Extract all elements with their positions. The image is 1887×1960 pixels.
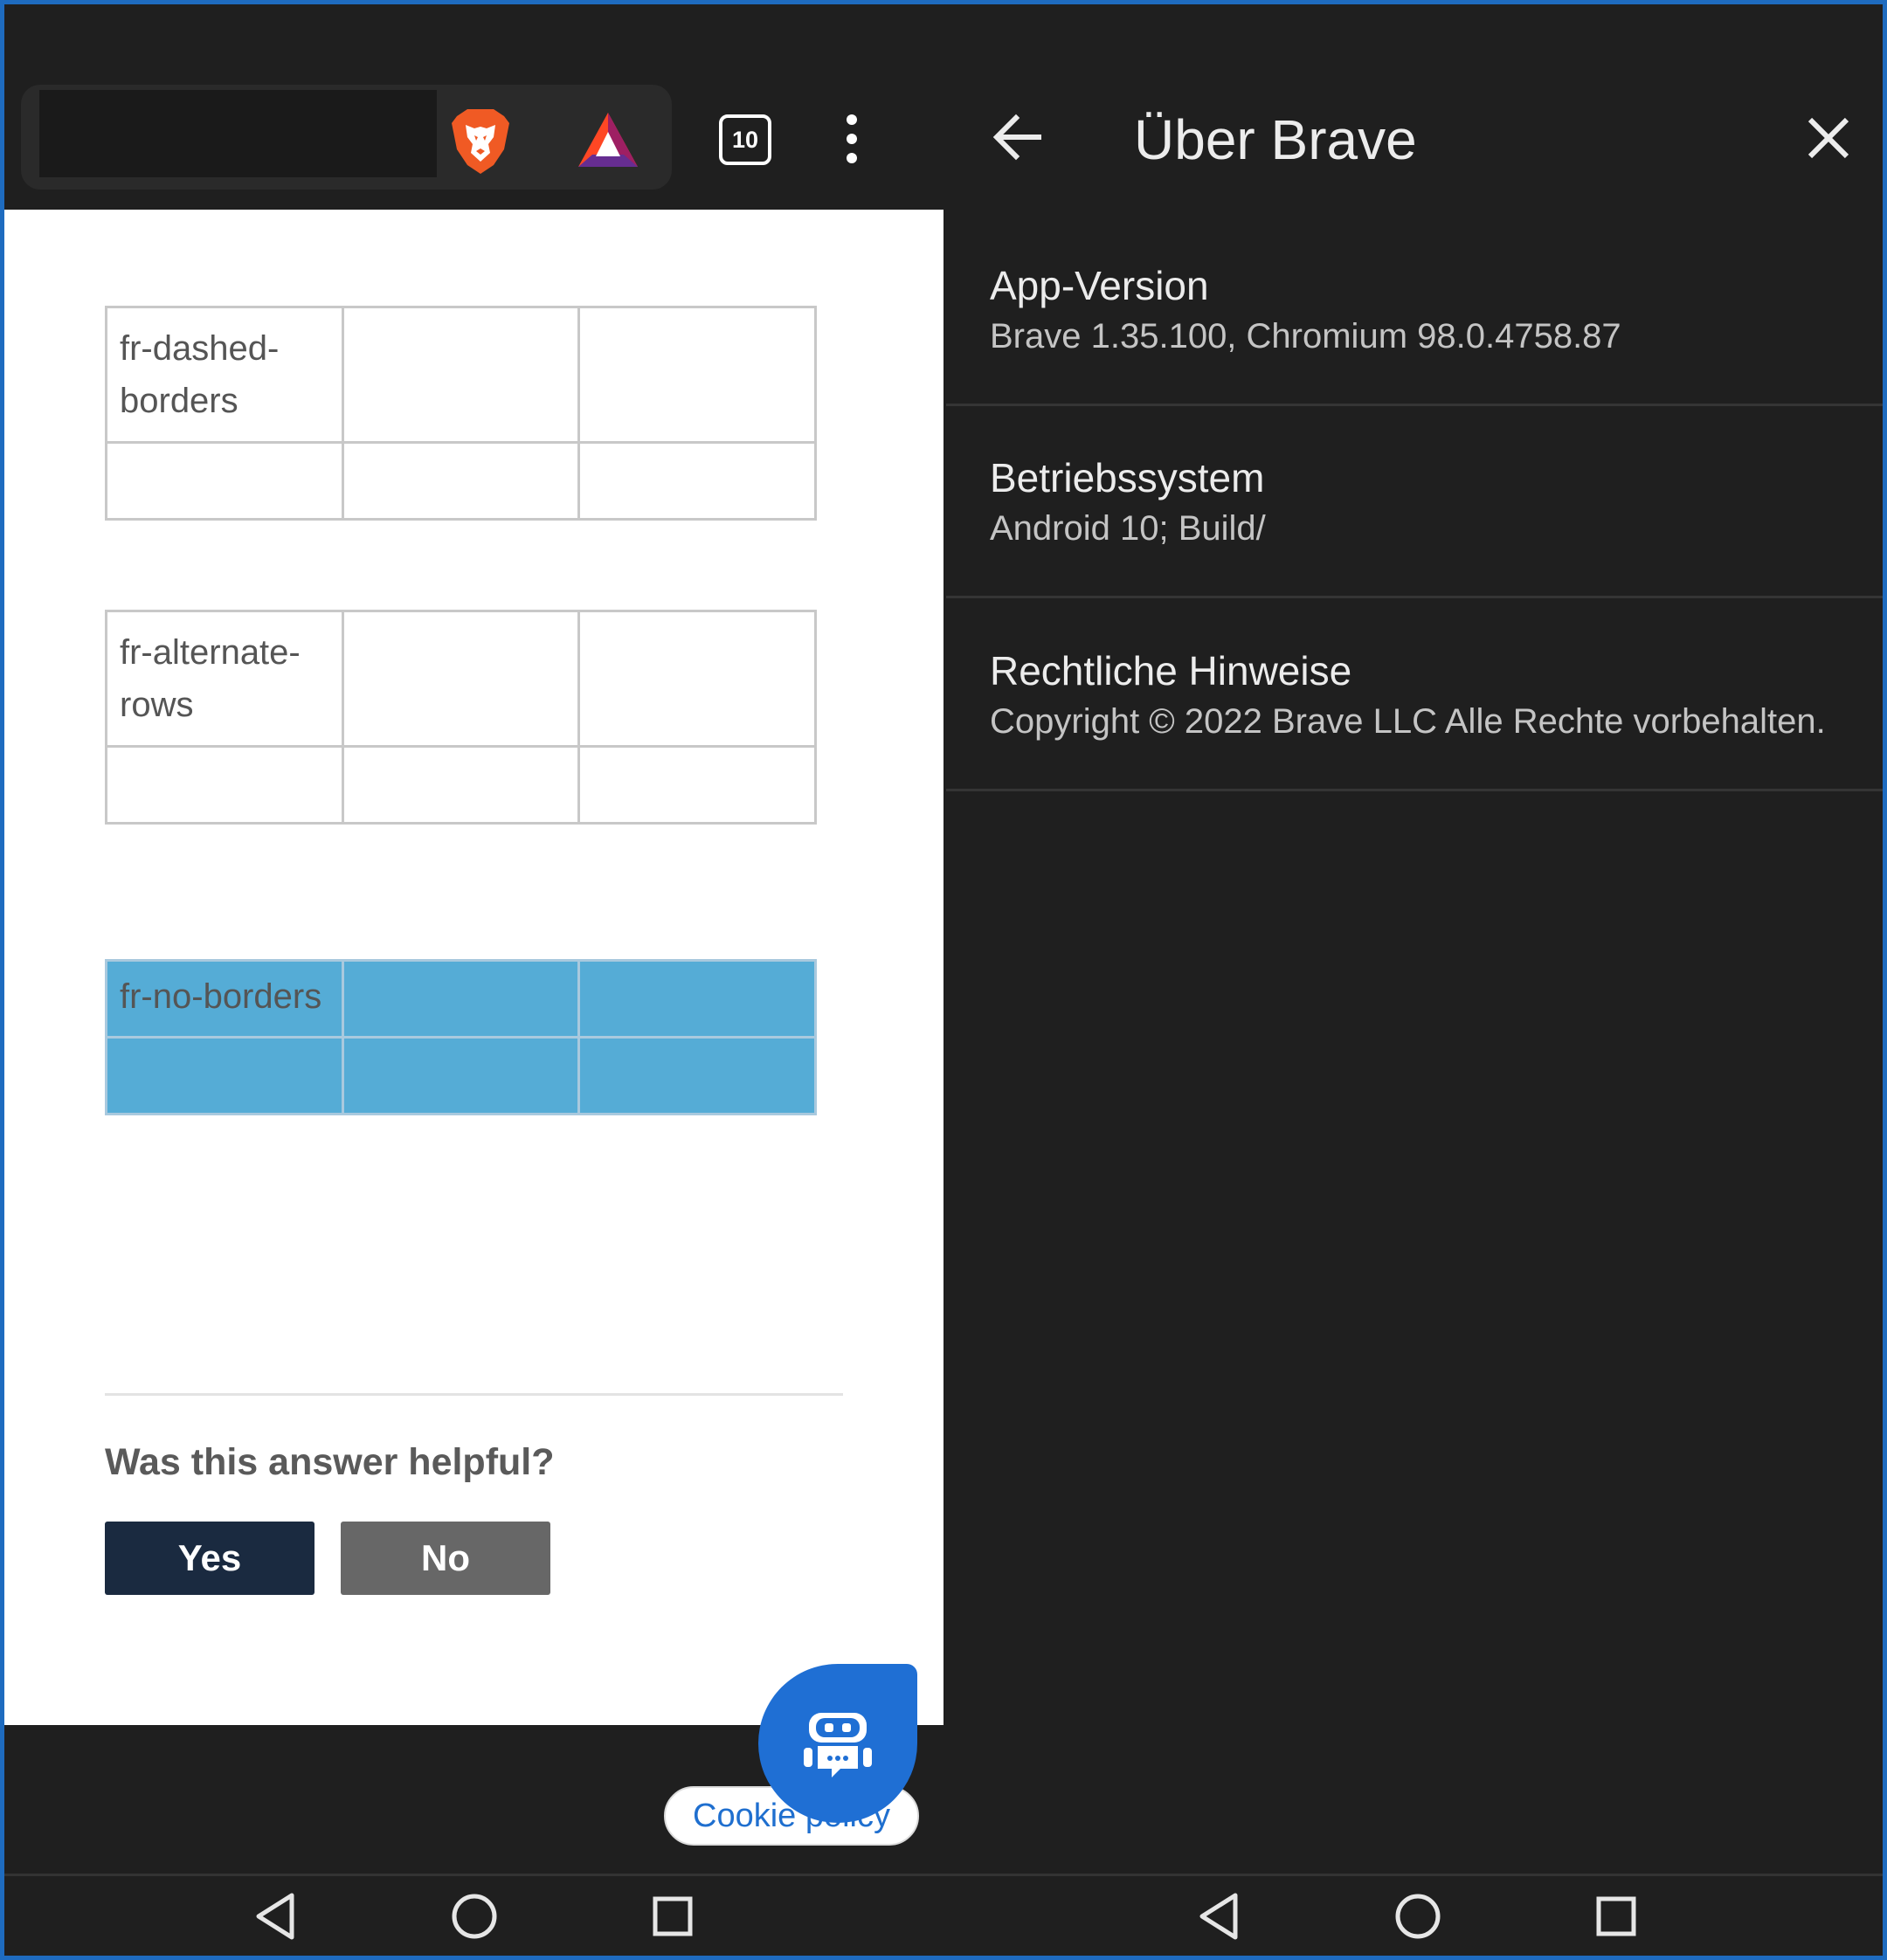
chatbot-icon — [804, 1713, 872, 1777]
tab-count: 10 — [731, 126, 759, 153]
back-triangle-icon[interactable] — [253, 1892, 297, 1941]
address-bar[interactable] — [39, 90, 437, 177]
table-cell — [341, 959, 581, 1039]
brave-lion-icon[interactable] — [450, 107, 511, 176]
setting-title: App-Version — [990, 263, 1209, 308]
home-circle-icon[interactable] — [1393, 1892, 1442, 1941]
table-cell — [341, 306, 581, 444]
table-cell — [577, 441, 817, 521]
more-vert-icon[interactable] — [839, 114, 865, 163]
table-cell — [341, 745, 581, 825]
about-brave-panel: Über Brave App-Version Brave 1.35.100, C… — [946, 4, 1883, 1874]
system-navigation-bar — [4, 1874, 1883, 1956]
table-cell — [105, 745, 344, 825]
table-cell — [105, 441, 344, 521]
web-page-content: fr-dashed-borders fr-alternate-rows fr-n… — [4, 210, 944, 1725]
recents-square-icon[interactable] — [651, 1892, 695, 1941]
table-cell — [577, 745, 817, 825]
table-cell — [577, 959, 817, 1039]
recents-square-icon[interactable] — [1594, 1892, 1638, 1941]
table-cell — [341, 1036, 581, 1115]
app-version-item[interactable]: App-Version Brave 1.35.100, Chromium 98.… — [946, 214, 1883, 406]
table-cell — [341, 610, 581, 748]
table-cell — [105, 1036, 344, 1115]
setting-value: Android 10; Build/ — [990, 509, 1266, 548]
alternate-rows-table: fr-alternate-rows — [105, 610, 817, 825]
yes-button[interactable]: Yes — [105, 1522, 314, 1595]
legal-notices-item[interactable]: Rechtliche Hinweise Copyright © 2022 Bra… — [946, 599, 1883, 791]
dashed-borders-table: fr-dashed-borders — [105, 306, 817, 521]
setting-title: Rechtliche Hinweise — [990, 648, 1352, 694]
setting-value: Brave 1.35.100, Chromium 98.0.4758.87 — [990, 317, 1621, 355]
setting-value: Copyright © 2022 Brave LLC Alle Rechte v… — [990, 702, 1826, 741]
feedback-question: Was this answer helpful? — [105, 1441, 555, 1483]
tab-switcher-button[interactable]: 10 — [719, 114, 771, 165]
table-cell — [577, 610, 817, 748]
close-icon[interactable] — [1807, 116, 1850, 160]
operating-system-item[interactable]: Betriebssystem Android 10; Build/ — [946, 406, 1883, 598]
home-circle-icon[interactable] — [450, 1892, 499, 1941]
no-button[interactable]: No — [341, 1522, 550, 1595]
back-arrow-icon[interactable] — [992, 111, 1044, 163]
table-cell: fr-no-borders — [105, 959, 344, 1039]
device-screen: 10 fr-dashed-borders fr-alternate-rows f… — [4, 4, 1883, 1956]
page-title: Über Brave — [1134, 108, 1417, 171]
setting-title: Betriebssystem — [990, 455, 1265, 500]
bat-rewards-icon[interactable] — [577, 111, 639, 169]
browser-toolbar: 10 — [4, 4, 944, 210]
divider — [105, 1393, 843, 1396]
chat-widget-button[interactable] — [758, 1664, 917, 1823]
table-cell: fr-alternate-rows — [105, 610, 344, 748]
no-borders-table: fr-no-borders — [105, 959, 817, 1115]
table-cell — [341, 441, 581, 521]
back-triangle-icon[interactable] — [1197, 1892, 1241, 1941]
table-cell: fr-dashed-borders — [105, 306, 344, 444]
table-cell — [577, 1036, 817, 1115]
table-cell — [577, 306, 817, 444]
